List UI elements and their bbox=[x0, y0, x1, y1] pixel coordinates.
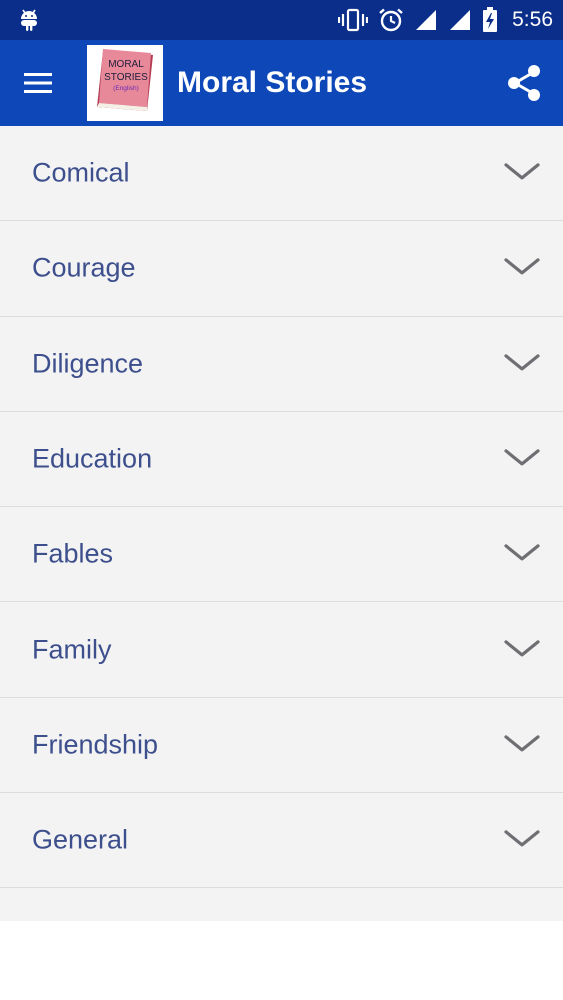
category-row[interactable]: Comical bbox=[0, 126, 563, 222]
category-label: Education bbox=[32, 443, 153, 474]
chevron-down-icon[interactable] bbox=[503, 352, 541, 374]
book-icon: MORAL STORIES (English) bbox=[97, 49, 153, 111]
hamburger-menu-icon[interactable] bbox=[18, 63, 58, 103]
app-logo: MORAL STORIES (English) bbox=[87, 45, 163, 121]
logo-line3: (English) bbox=[113, 85, 139, 92]
category-row[interactable]: Fables bbox=[0, 507, 563, 603]
android-icon bbox=[21, 9, 37, 31]
status-bar: 5:56 bbox=[0, 0, 563, 40]
logo-line2: STORIES bbox=[104, 72, 148, 83]
chevron-down-icon[interactable] bbox=[503, 447, 541, 469]
category-row[interactable]: General bbox=[0, 793, 563, 889]
category-row[interactable]: Courage bbox=[0, 221, 563, 317]
category-label: Fables bbox=[32, 538, 114, 569]
category-label: Comical bbox=[32, 157, 130, 188]
category-row[interactable]: Diligence bbox=[0, 317, 563, 412]
signal-icon bbox=[450, 10, 471, 30]
clock: 5:56 bbox=[512, 8, 553, 31]
category-label: Friendship bbox=[32, 729, 159, 760]
empty-area bbox=[0, 921, 563, 1000]
app-bar: MORAL STORIES (English) Moral Stories bbox=[0, 40, 563, 126]
category-label: Courage bbox=[32, 252, 136, 283]
category-label: Diligence bbox=[32, 348, 144, 379]
logo-line1: MORAL bbox=[108, 59, 144, 70]
chevron-down-icon[interactable] bbox=[503, 733, 541, 755]
share-icon[interactable] bbox=[503, 61, 547, 105]
alarm-icon bbox=[379, 8, 403, 32]
battery-charging-icon bbox=[483, 7, 498, 32]
chevron-down-icon[interactable] bbox=[503, 161, 541, 183]
chevron-down-icon[interactable] bbox=[503, 638, 541, 660]
chevron-down-icon[interactable] bbox=[503, 828, 541, 850]
chevron-down-icon[interactable] bbox=[503, 256, 541, 278]
category-list: Comical Courage Diligence Education Fables Fa… bbox=[0, 126, 563, 921]
category-label: General bbox=[32, 824, 129, 855]
category-row[interactable]: Family bbox=[0, 602, 563, 698]
chevron-down-icon[interactable] bbox=[503, 542, 541, 564]
signal-icon bbox=[416, 10, 437, 30]
app-title: Moral Stories bbox=[177, 66, 368, 99]
category-row[interactable]: Education bbox=[0, 412, 563, 508]
category-row[interactable]: Friendship bbox=[0, 698, 563, 794]
vibrate-icon bbox=[338, 8, 369, 32]
category-label: Family bbox=[32, 634, 112, 665]
